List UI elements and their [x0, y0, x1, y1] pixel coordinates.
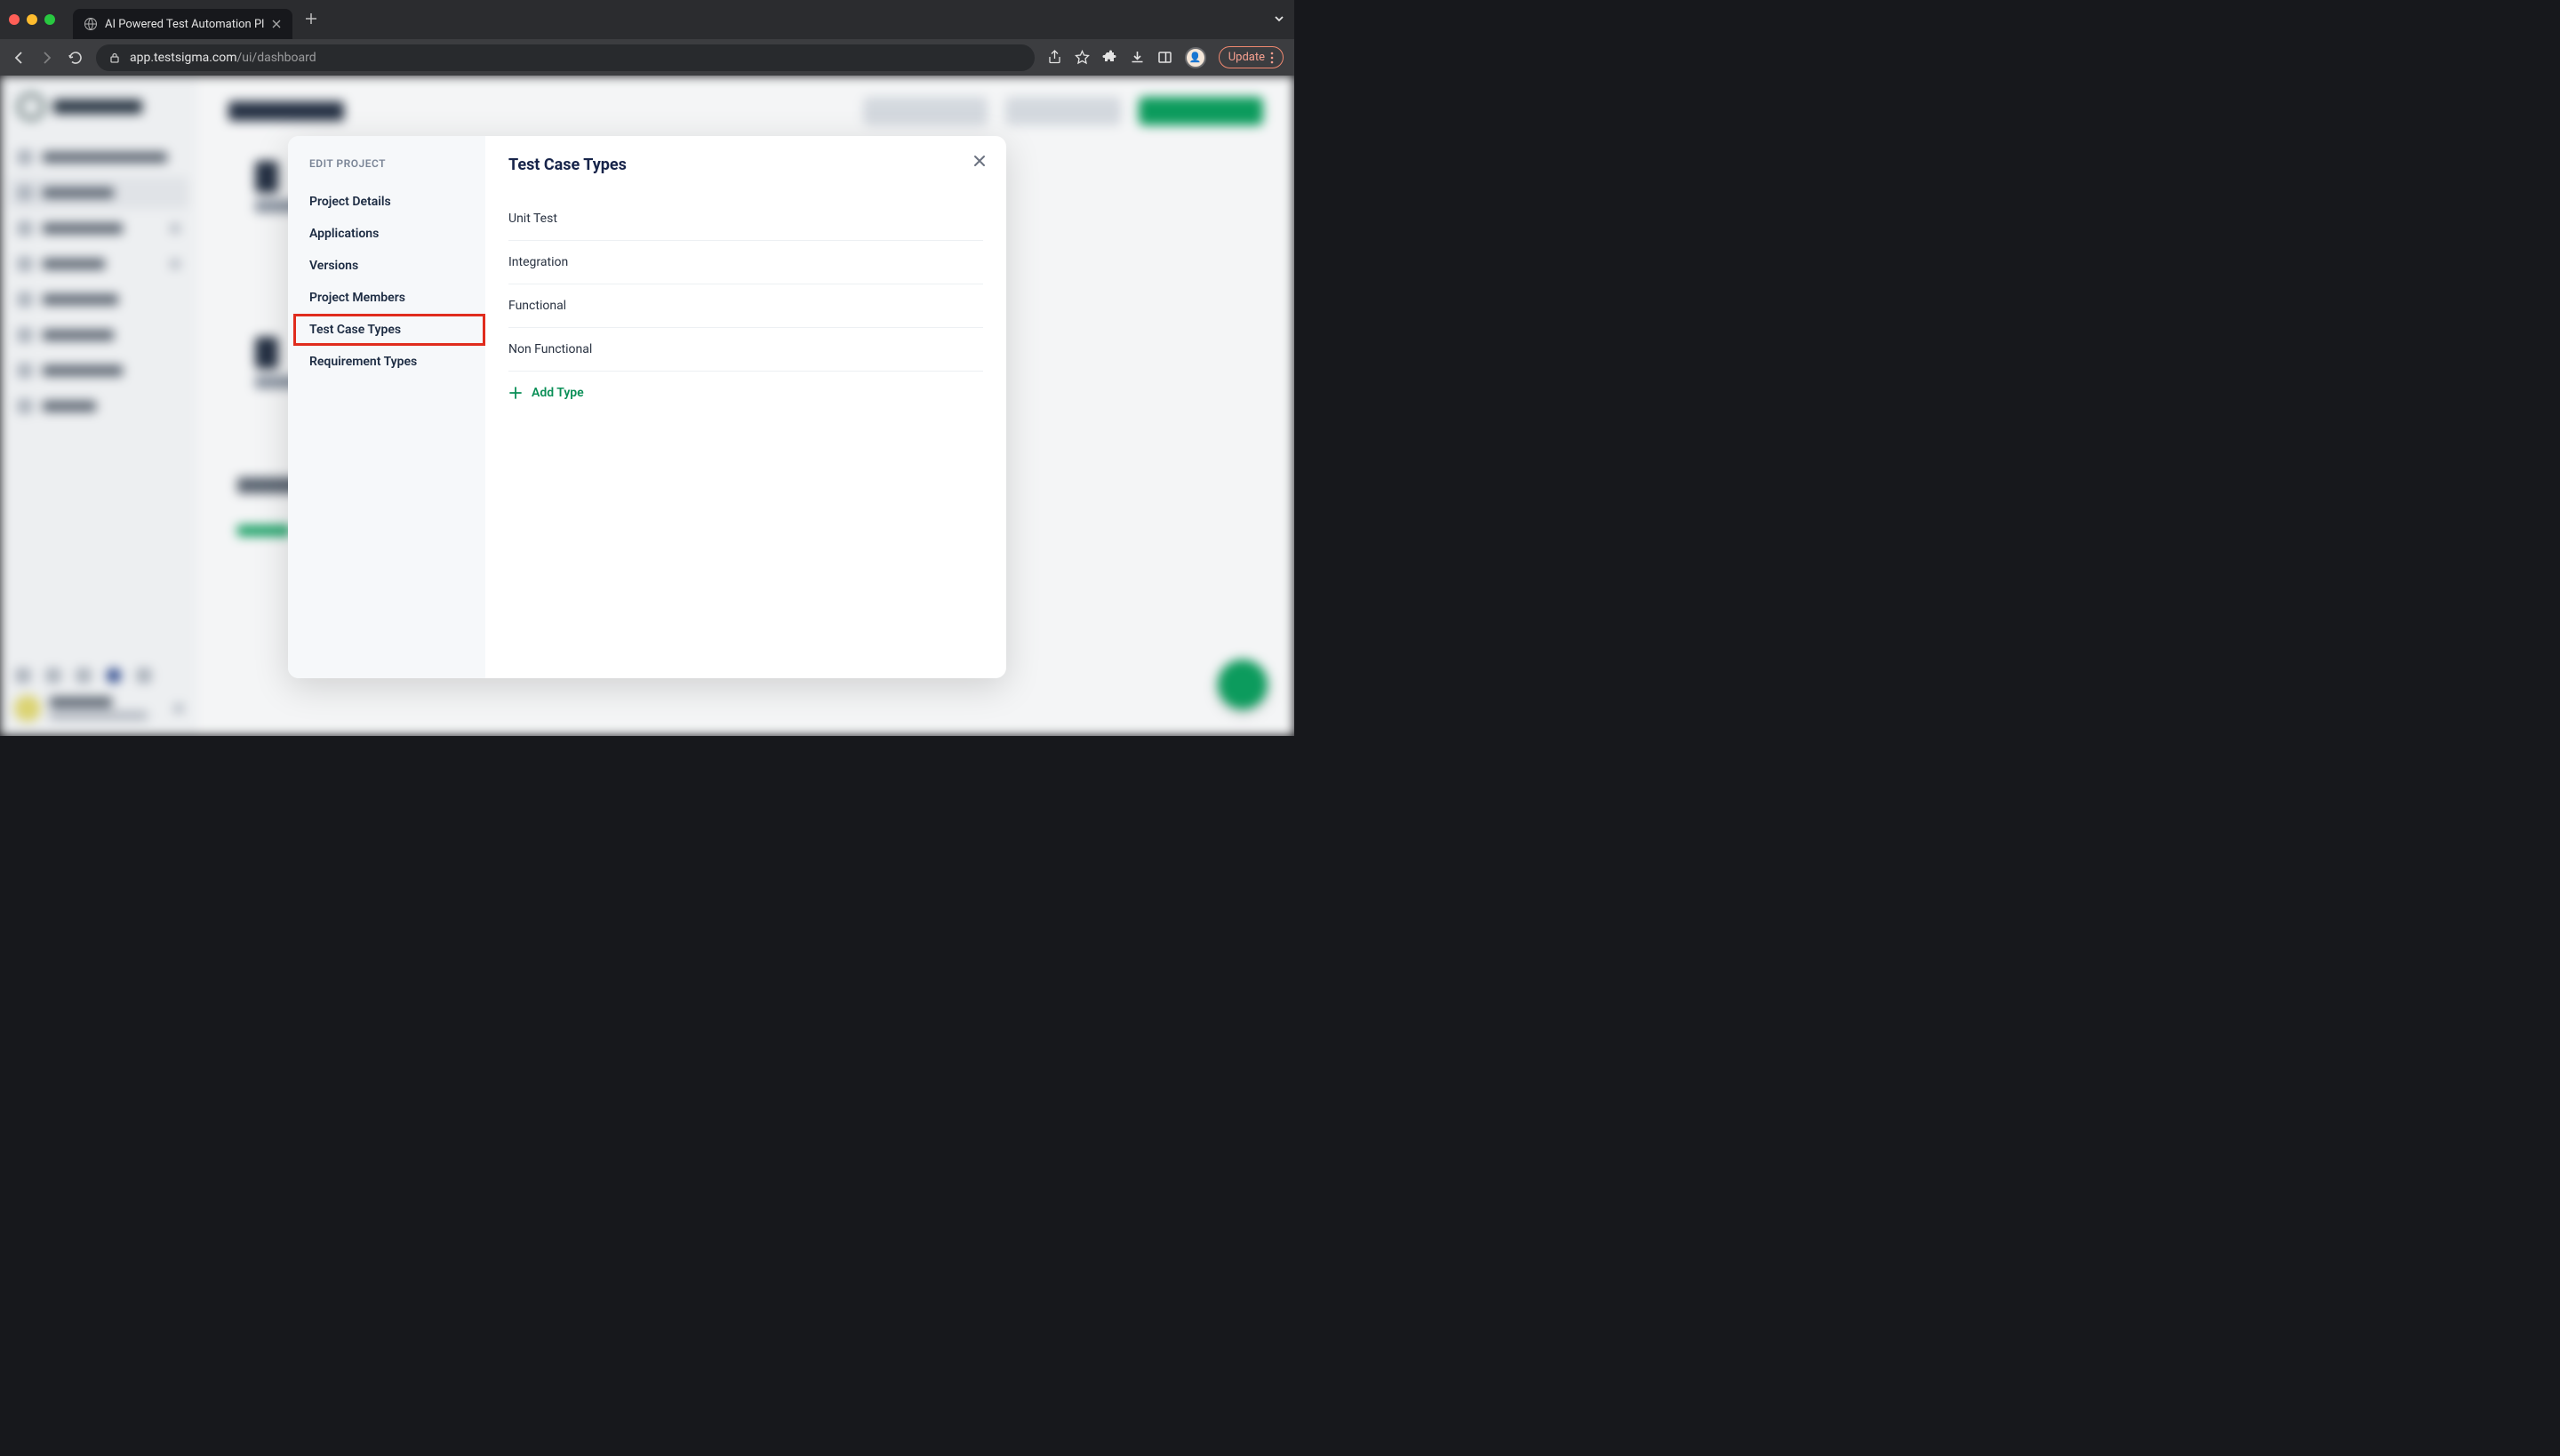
lock-icon — [108, 52, 121, 64]
profile-avatar[interactable]: 👤 — [1185, 47, 1206, 68]
update-button[interactable]: Update — [1219, 46, 1284, 68]
address-bar[interactable]: app.testsigma.com/ui/dashboard — [96, 44, 1035, 71]
nav-applications[interactable]: Applications — [288, 218, 485, 250]
download-icon[interactable] — [1130, 50, 1145, 65]
type-item[interactable]: Functional — [508, 284, 983, 328]
reload-button[interactable] — [68, 50, 84, 66]
edit-project-modal: EDIT PROJECT Project Details Application… — [288, 136, 1006, 678]
more-vertical-icon — [1270, 52, 1274, 64]
add-type-button[interactable]: Add Type — [508, 372, 983, 414]
url-text: app.testsigma.com/ui/dashboard — [130, 51, 316, 65]
window-controls — [9, 14, 55, 25]
tab-close-icon[interactable] — [271, 19, 282, 29]
window-close-button[interactable] — [9, 14, 20, 25]
forward-button[interactable] — [39, 50, 55, 66]
modal-overlay[interactable]: EDIT PROJECT Project Details Application… — [0, 76, 1294, 736]
modal-sidebar-title: EDIT PROJECT — [288, 157, 485, 170]
update-label: Update — [1228, 51, 1265, 64]
modal-title: Test Case Types — [508, 156, 983, 174]
add-type-label: Add Type — [532, 386, 584, 400]
extensions-icon[interactable] — [1102, 50, 1117, 65]
modal-close-button[interactable] — [972, 154, 987, 172]
back-button[interactable] — [11, 50, 27, 66]
plus-icon — [508, 386, 523, 400]
toolbar-actions: 👤 Update — [1047, 46, 1284, 68]
window-maximize-button[interactable] — [44, 14, 55, 25]
globe-icon — [84, 17, 98, 31]
close-icon — [972, 154, 987, 168]
new-tab-button[interactable] — [305, 12, 317, 28]
tab-title: AI Powered Test Automation Pl — [105, 18, 264, 31]
tabs-dropdown-button[interactable] — [1273, 12, 1285, 28]
nav-test-case-types[interactable]: Test Case Types — [293, 314, 485, 346]
type-item[interactable]: Unit Test — [508, 197, 983, 241]
nav-requirement-types[interactable]: Requirement Types — [288, 346, 485, 378]
panel-icon[interactable] — [1157, 50, 1172, 65]
modal-nav: Project Details Applications Versions Pr… — [288, 186, 485, 378]
browser-tab[interactable]: AI Powered Test Automation Pl — [73, 9, 292, 39]
browser-toolbar: app.testsigma.com/ui/dashboard 👤 Update — [0, 39, 1294, 76]
nav-project-members[interactable]: Project Members — [288, 282, 485, 314]
bookmark-icon[interactable] — [1075, 50, 1090, 65]
nav-project-details[interactable]: Project Details — [288, 186, 485, 218]
type-item[interactable]: Integration — [508, 241, 983, 284]
type-list: Unit Test Integration Functional Non Fun… — [508, 197, 983, 372]
app-viewport: EDIT PROJECT Project Details Application… — [0, 76, 1294, 736]
window-minimize-button[interactable] — [27, 14, 37, 25]
nav-versions[interactable]: Versions — [288, 250, 485, 282]
type-item[interactable]: Non Functional — [508, 328, 983, 372]
share-icon[interactable] — [1047, 50, 1062, 65]
modal-body: Test Case Types Unit Test Integration Fu… — [485, 136, 1006, 678]
modal-sidebar: EDIT PROJECT Project Details Application… — [288, 136, 485, 678]
browser-tab-strip: AI Powered Test Automation Pl — [0, 0, 1294, 39]
